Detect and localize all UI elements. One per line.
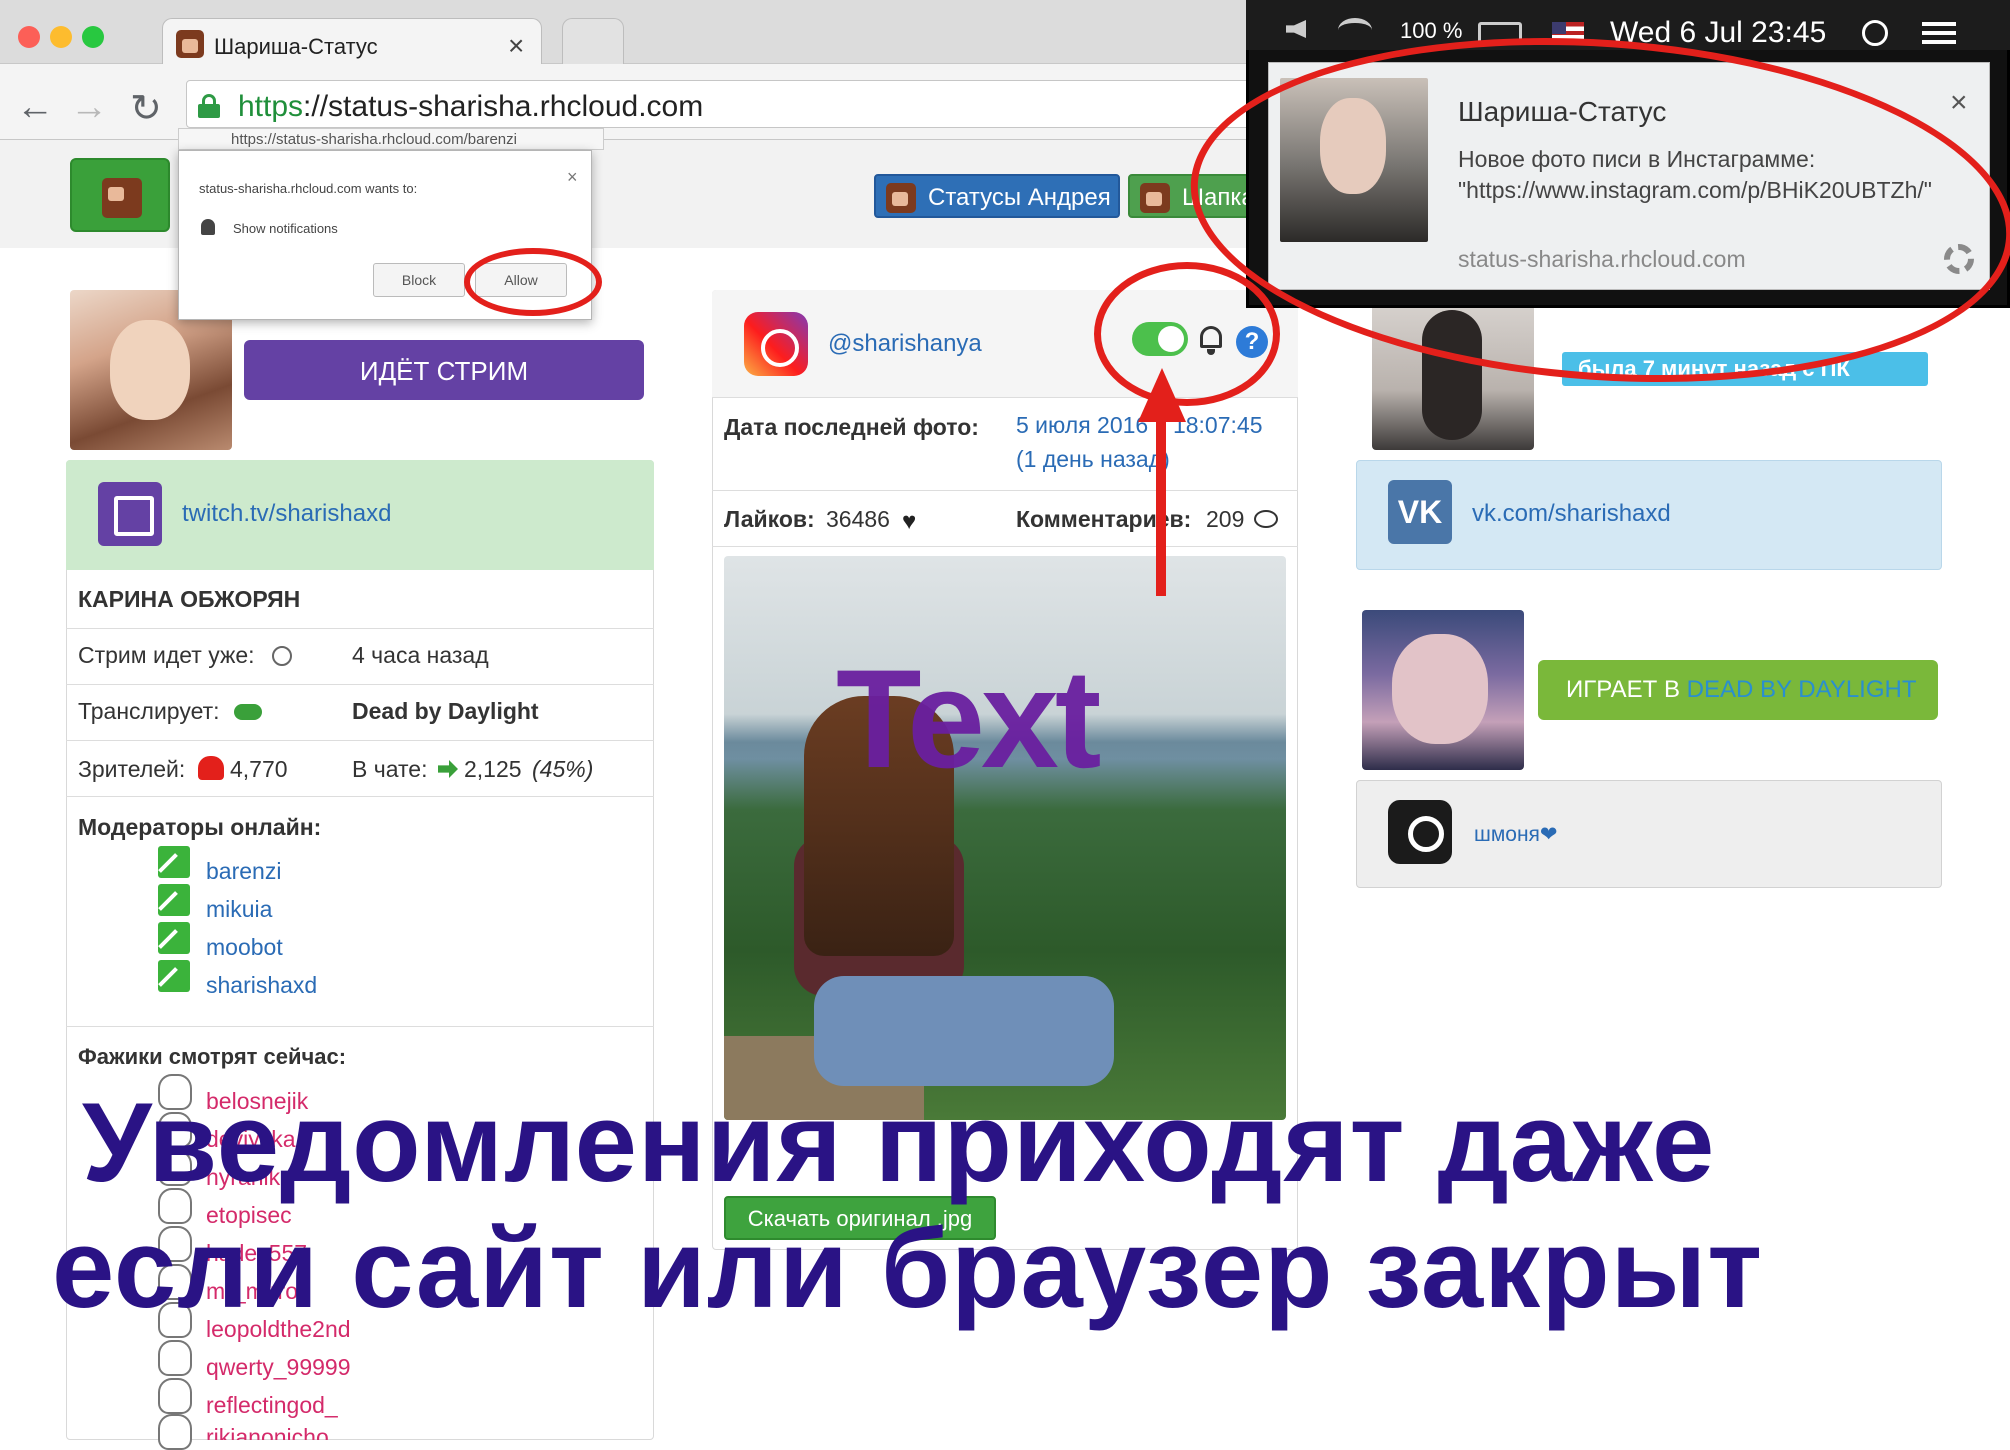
popup-url-bar: https://status-sharisha.rhcloud.com/bare…: [178, 128, 604, 150]
stream-uptime-label: Стрим идет уже:: [78, 642, 255, 668]
site-favicon-icon: [176, 30, 204, 58]
chat-percent: (45%): [532, 756, 594, 782]
arrow-up-icon: [1138, 368, 1186, 422]
last-photo-label: Дата последней фото:: [724, 414, 979, 440]
bunny-icon: [158, 1340, 192, 1376]
clock-icon: [272, 646, 292, 666]
viewers-label: Зрителей:: [78, 756, 186, 782]
comment-icon: [1254, 510, 1278, 528]
instagram-link[interactable]: @sharishanya: [828, 330, 982, 358]
fan-link[interactable]: reflectingod_: [206, 1392, 338, 1419]
notification-center-icon[interactable]: [1922, 18, 1956, 46]
broadcasting-label: Транслирует:: [78, 698, 220, 724]
moderator-link[interactable]: sharishaxd: [206, 972, 317, 999]
fan-link[interactable]: rikianonicho: [206, 1424, 329, 1440]
photo-jeans: [814, 976, 1114, 1086]
steam-link[interactable]: шмоня❤: [1474, 822, 1558, 847]
toggle-highlight-circle: [1094, 262, 1280, 406]
minimize-window-button[interactable]: [50, 26, 72, 48]
shapka-avatar-icon: [1140, 183, 1170, 213]
wifi-icon[interactable]: [1338, 18, 1372, 42]
tab-close-icon[interactable]: ×: [508, 30, 524, 62]
divider: [66, 684, 654, 685]
instagram-logo-icon: [744, 312, 808, 376]
sword-icon: [158, 884, 190, 916]
back-arrow-icon[interactable]: ←: [16, 86, 54, 129]
vk-logo-icon: VK: [1388, 480, 1452, 544]
home-logo-button[interactable]: [70, 158, 170, 232]
twitch-logo-icon: [98, 482, 162, 546]
popup-message: Show notifications: [233, 221, 338, 236]
allow-highlight-circle: [464, 248, 602, 316]
lock-icon[interactable]: [198, 94, 220, 118]
fans-title: Фажики смотрят сейчас:: [78, 1044, 347, 1069]
caption-line-2: если сайт или браузер закрыт: [52, 1206, 1764, 1331]
sword-icon: [158, 960, 190, 992]
stream-live-button[interactable]: ИДЁТ СТРИМ: [244, 340, 644, 400]
notification-close-icon[interactable]: ×: [1950, 86, 1968, 120]
playing-prefix: ИГРАЕТ В: [1566, 676, 1687, 703]
chat-label: В чате:: [352, 756, 428, 782]
forward-arrow-icon[interactable]: →: [70, 86, 108, 129]
overlay-text: Text: [836, 640, 1101, 797]
divider: [712, 490, 1298, 491]
andrey-status-button[interactable]: Статусы Андрея: [874, 174, 1120, 218]
arrow-shaft: [1156, 420, 1166, 596]
bunny-icon: [158, 1414, 192, 1450]
new-tab-button[interactable]: [562, 18, 624, 64]
likes-label: Лайков:: [724, 506, 815, 532]
sword-icon: [158, 846, 190, 878]
divider: [66, 740, 654, 741]
zoom-window-button[interactable]: [82, 26, 104, 48]
logo-icon: [102, 178, 142, 218]
divider: [66, 628, 654, 629]
users-icon: [198, 756, 224, 780]
playing-game-name: DEAD BY DAYLIGHT: [1686, 676, 1917, 703]
divider: [66, 796, 654, 797]
spotlight-search-icon[interactable]: [1862, 20, 1888, 46]
battery-percent[interactable]: 100 %: [1400, 18, 1462, 44]
url-scheme: https: [238, 90, 304, 123]
last-photo-ago: (1 день назад): [1016, 446, 1170, 472]
chat-value: 2,125: [464, 756, 522, 782]
stream-uptime-value: 4 часа назад: [352, 642, 489, 668]
gamepad-icon: [234, 704, 262, 720]
moderator-link[interactable]: moobot: [206, 934, 283, 961]
caption-line-1: Уведомления приходят даже: [82, 1080, 1716, 1205]
sword-icon: [158, 922, 190, 954]
caption-text: Уведомления приходят даже если сайт или …: [52, 1080, 1952, 1332]
streamer-name: КАРИНА ОБЖОРЯН: [78, 586, 301, 612]
reload-icon[interactable]: ↻: [130, 86, 162, 131]
moderator-link[interactable]: barenzi: [206, 858, 281, 885]
bunny-icon: [158, 1378, 192, 1414]
divider: [66, 1026, 654, 1027]
broadcasting-game: Dead by Daylight: [352, 698, 539, 724]
steam-logo-icon: [1388, 800, 1452, 864]
heart-icon: ♥: [902, 508, 917, 535]
url-host: ://status-sharisha.rhcloud.com: [303, 90, 704, 123]
viewers-value: 4,770: [230, 756, 288, 782]
comments-value: 209: [1206, 506, 1245, 532]
andrey-avatar-icon: [886, 183, 916, 213]
popup-title: status-sharisha.rhcloud.com wants to:: [199, 181, 418, 196]
block-button[interactable]: Block: [373, 263, 465, 297]
twitch-link[interactable]: twitch.tv/sharishaxd: [182, 500, 391, 528]
andrey-status-label: Статусы Андрея: [928, 184, 1111, 211]
vk-link[interactable]: vk.com/sharishaxd: [1472, 500, 1671, 528]
moderator-link[interactable]: mikuia: [206, 896, 272, 923]
popup-close-icon[interactable]: ×: [567, 167, 578, 188]
game-status-photo: [1362, 610, 1524, 770]
moderators-title: Модераторы онлайн:: [78, 814, 322, 840]
likes-value: 36486: [826, 506, 890, 532]
fan-link[interactable]: qwerty_99999: [206, 1354, 351, 1381]
tab-title: Шариша-Статус: [214, 34, 378, 59]
playing-game-button[interactable]: ИГРАЕТ В DEAD BY DAYLIGHT: [1538, 660, 1938, 720]
close-window-button[interactable]: [18, 26, 40, 48]
url-text[interactable]: https://status-sharisha.rhcloud.com: [238, 90, 703, 124]
divider: [712, 546, 1298, 547]
bell-icon: [201, 219, 215, 235]
